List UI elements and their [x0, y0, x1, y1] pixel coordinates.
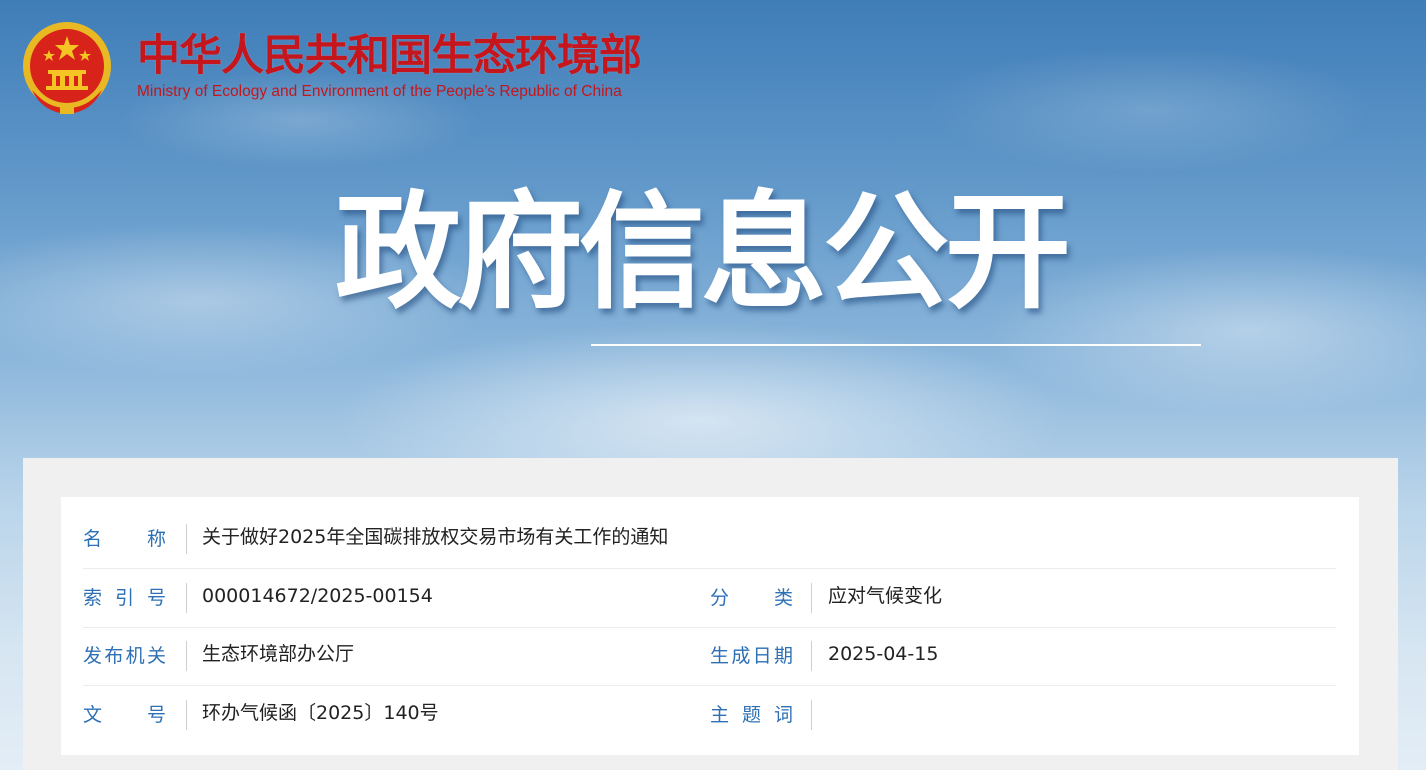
label-divider	[811, 700, 812, 730]
docno-value: 环办气候函〔2025〕140号	[202, 702, 439, 724]
category-label: 分 类	[710, 587, 793, 609]
label-divider	[811, 583, 812, 613]
ministry-name-en[interactable]: Ministry of Ecology and Environment of t…	[137, 82, 622, 102]
name-label: 名 称	[83, 528, 166, 550]
publisher-value: 生态环境部办公厅	[202, 643, 355, 665]
date-label: 生成日期	[710, 645, 793, 667]
index-label: 索引号	[83, 587, 166, 609]
national-emblem-icon[interactable]	[22, 20, 112, 118]
info-row-docno: 文 号 环办气候函〔2025〕140号 主题词	[83, 686, 1336, 744]
hero-title: 政府信息公开	[335, 179, 1071, 326]
hero-underline	[591, 344, 1201, 346]
label-divider	[186, 641, 187, 671]
name-value: 关于做好2025年全国碳排放权交易市场有关工作的通知	[202, 526, 669, 548]
label-divider	[186, 583, 187, 613]
index-value: 000014672/2025-00154	[202, 585, 433, 607]
docno-label: 文 号	[83, 704, 166, 726]
info-row-publisher: 发布机关 生态环境部办公厅 生成日期 2025-04-15	[83, 627, 1336, 686]
publisher-label: 发布机关	[83, 645, 166, 667]
info-row-index: 索引号 000014672/2025-00154 分 类 应对气候变化	[83, 569, 1336, 628]
date-value: 2025-04-15	[828, 643, 939, 665]
label-divider	[186, 524, 187, 554]
ministry-name-cn[interactable]: 中华人民共和国生态环境部	[137, 30, 642, 82]
label-divider	[811, 641, 812, 671]
subject-label: 主题词	[710, 704, 793, 726]
label-divider	[186, 700, 187, 730]
category-value: 应对气候变化	[828, 585, 943, 607]
info-row-name: 名 称 关于做好2025年全国碳排放权交易市场有关工作的通知	[83, 510, 1336, 569]
info-table: 名 称 关于做好2025年全国碳排放权交易市场有关工作的通知 索引号 00001…	[61, 497, 1359, 755]
